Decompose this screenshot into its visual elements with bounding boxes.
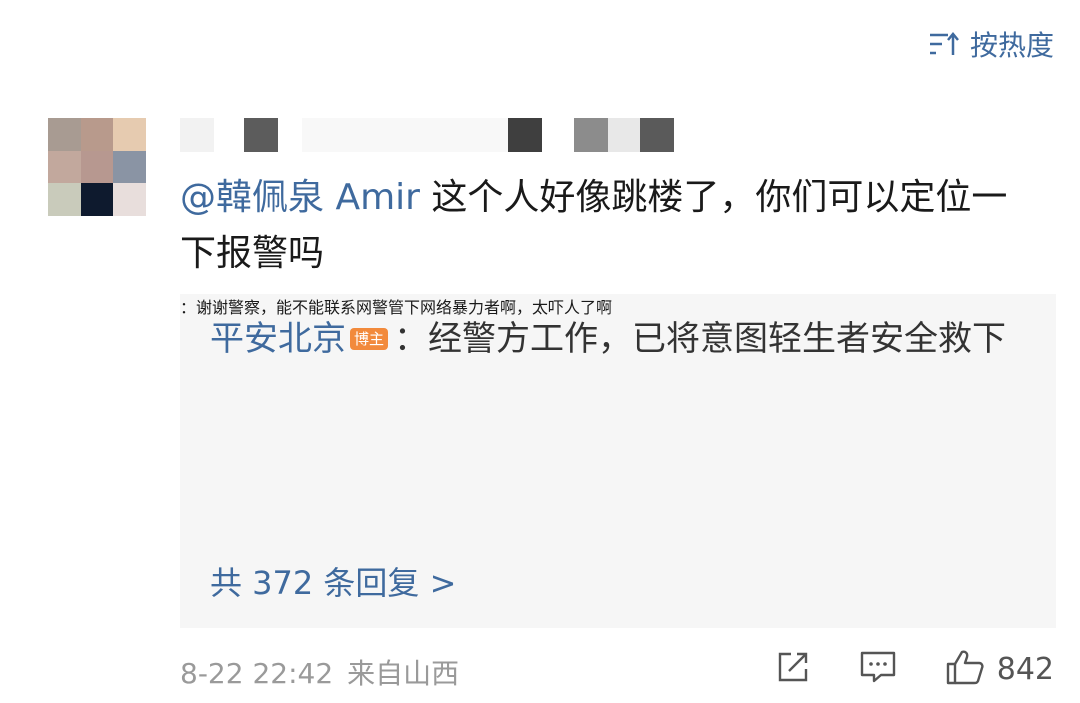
- sort-by-hot-button[interactable]: 按热度: [928, 24, 1054, 64]
- location: 来自山西: [347, 657, 460, 690]
- mention-link[interactable]: @韓佩泉 Amir: [180, 177, 420, 218]
- reply-item[interactable]: [210, 436, 1010, 491]
- like-count: 842: [996, 651, 1054, 687]
- username-redacted[interactable]: [180, 118, 680, 154]
- reply-author[interactable]: 平安北京: [210, 319, 346, 359]
- comment-meta: 8-22 22:42 来自山西: [180, 652, 459, 692]
- comment-icon[interactable]: [859, 649, 897, 689]
- reply-author-redacted[interactable]: [210, 445, 442, 477]
- reply-item[interactable]: 平安北京 博主 ：经警方工作，已将意图轻生者安全救下: [210, 312, 1010, 367]
- author-badge: 博主: [350, 328, 389, 350]
- reply-text: ：经警方工作，已将意图轻生者安全救下: [394, 319, 1007, 359]
- comment-body: @韓佩泉 Amir 这个人好像跳楼了，你们可以定位一下报警吗: [180, 170, 1040, 282]
- sort-label: 按热度: [969, 29, 1054, 62]
- share-icon[interactable]: [775, 649, 811, 689]
- timestamp: 8-22 22:42: [180, 657, 334, 690]
- sort-icon: [928, 30, 960, 58]
- avatar[interactable]: [48, 118, 146, 216]
- replies-section[interactable]: 平安北京 博主 ：经警方工作，已将意图轻生者安全救下 ：谢谢警察，能不能联系网警管下…: [180, 294, 1056, 628]
- view-all-replies-link[interactable]: 共 372 条回复 >: [210, 558, 456, 604]
- like-button[interactable]: 842: [945, 648, 1054, 690]
- thumbs-up-icon: [945, 648, 985, 690]
- comment-actions: 842: [775, 648, 1054, 690]
